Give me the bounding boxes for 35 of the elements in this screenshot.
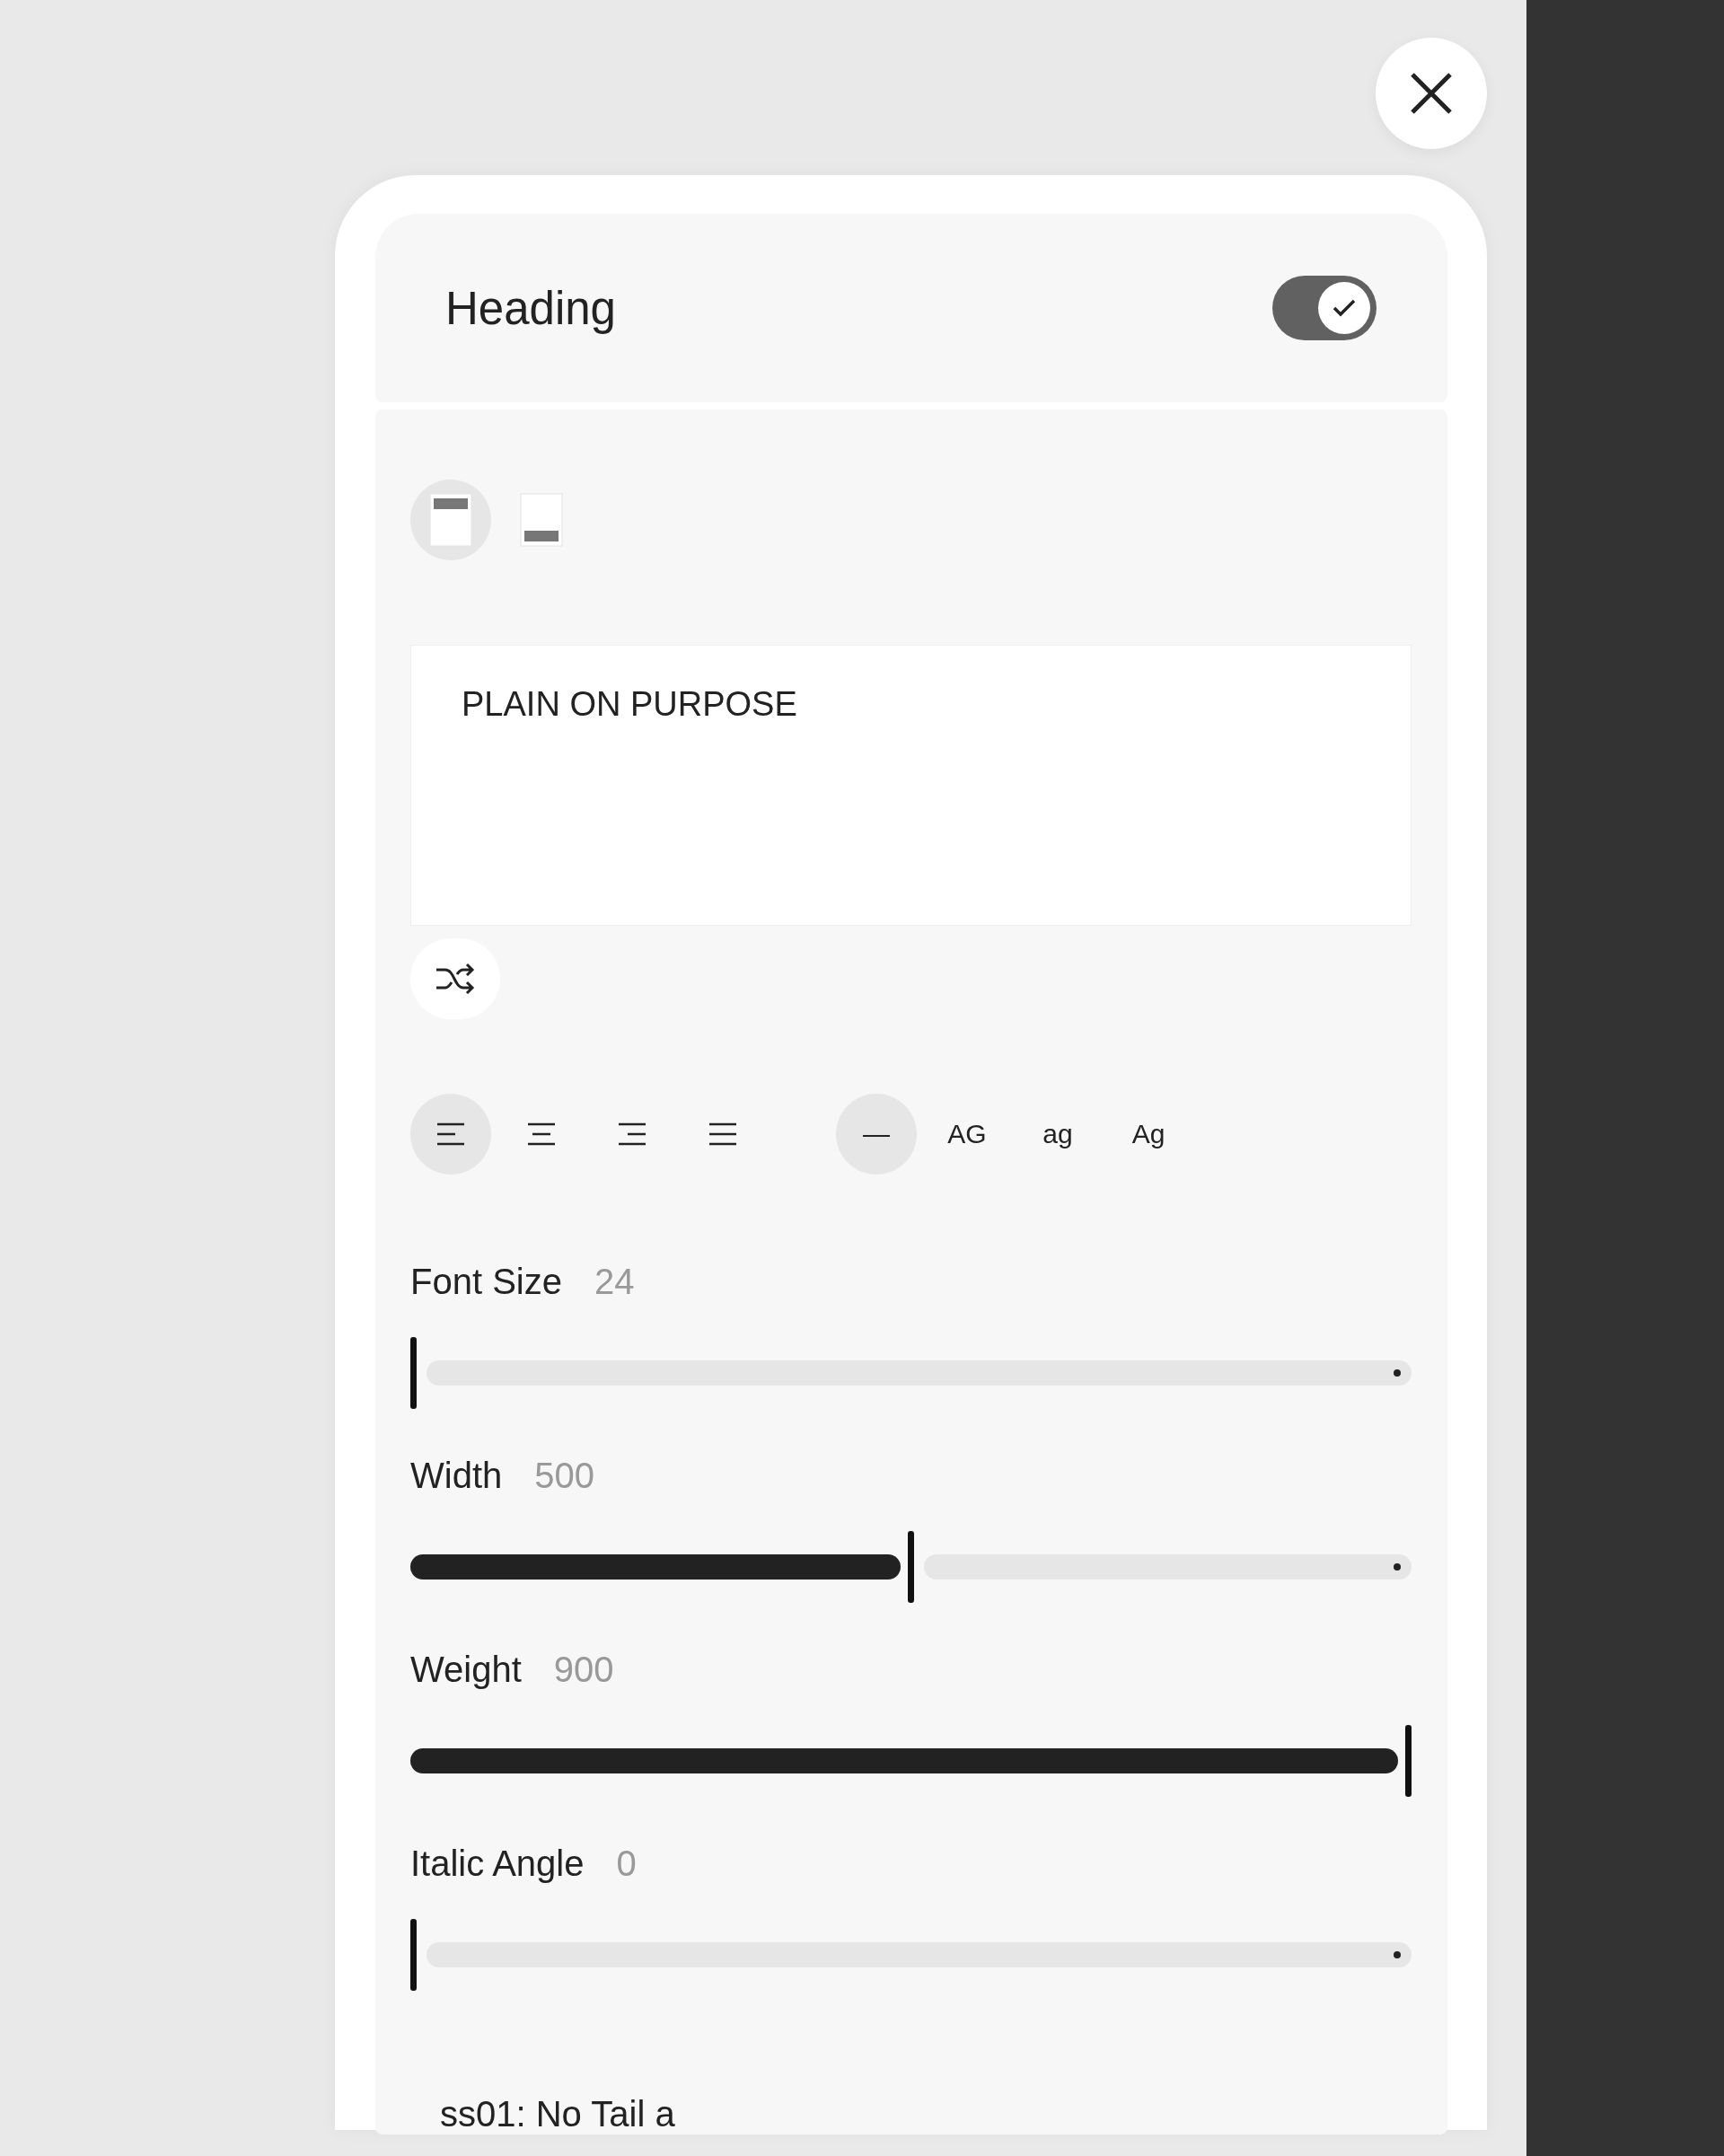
end-dot-icon bbox=[1394, 1369, 1401, 1377]
slider-value: 500 bbox=[534, 1455, 594, 1496]
case-option[interactable]: Ag bbox=[1108, 1094, 1189, 1175]
align-center-icon bbox=[527, 1122, 556, 1146]
slider-label: Weight bbox=[410, 1649, 522, 1690]
close-icon bbox=[1409, 71, 1454, 116]
slider-value: 0 bbox=[616, 1843, 637, 1884]
slider-thumb[interactable] bbox=[410, 1337, 417, 1409]
slider[interactable] bbox=[410, 1919, 1412, 1991]
slider-label: Font Size bbox=[410, 1261, 562, 1302]
end-dot-icon bbox=[1394, 1563, 1401, 1571]
layout-icon bbox=[520, 493, 563, 547]
section-title: Heading bbox=[445, 281, 616, 335]
case-option[interactable]: ag bbox=[1017, 1094, 1098, 1175]
slider-thumb[interactable] bbox=[1405, 1725, 1412, 1797]
align-left-icon bbox=[436, 1122, 465, 1146]
shuffle-icon bbox=[435, 962, 476, 996]
layout-icon bbox=[429, 493, 472, 547]
slider-label: Italic Angle bbox=[410, 1843, 585, 1884]
slider-value: 24 bbox=[594, 1261, 635, 1302]
slider-label: Width bbox=[410, 1455, 503, 1496]
case-option[interactable]: — bbox=[836, 1094, 917, 1175]
slider[interactable] bbox=[410, 1725, 1412, 1797]
align-right-icon bbox=[618, 1122, 646, 1146]
check-icon bbox=[1332, 298, 1357, 318]
case-option[interactable]: AG bbox=[927, 1094, 1007, 1175]
feature-label: ss01: No Tail a bbox=[440, 2094, 676, 2134]
text-input[interactable]: PLAIN ON PURPOSE bbox=[410, 645, 1412, 926]
slider-value: 900 bbox=[553, 1649, 614, 1690]
slider[interactable] bbox=[410, 1531, 1412, 1603]
align-justify-icon bbox=[708, 1122, 737, 1146]
end-dot-icon bbox=[1394, 1951, 1401, 1958]
slider-thumb[interactable] bbox=[908, 1531, 914, 1603]
slider-thumb[interactable] bbox=[410, 1919, 417, 1991]
slider[interactable] bbox=[410, 1337, 1412, 1409]
